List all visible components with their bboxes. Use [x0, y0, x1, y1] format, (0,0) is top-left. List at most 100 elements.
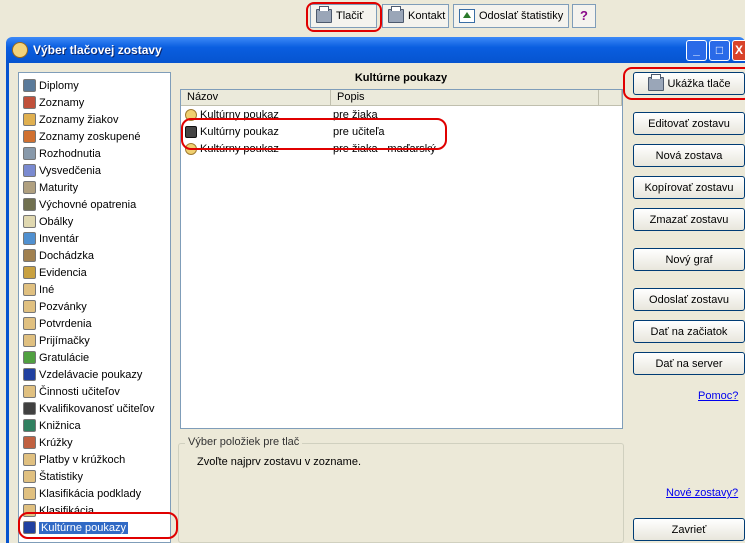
report-list[interactable]: Názov Popis Kultúrny poukaz pre žiaka Ku… [180, 89, 623, 429]
sidebar-item-label: Zoznamy žiakov [39, 113, 119, 126]
report-list-panel: Kultúrne poukazy Názov Popis Kultúrny po… [176, 72, 626, 432]
house-icon [23, 96, 36, 109]
teacher-icon [185, 126, 197, 138]
sidebar-item[interactable]: Zoznamy zoskupené [23, 128, 141, 145]
person-icon [23, 504, 36, 517]
checkmark-icon [23, 521, 36, 534]
sidebar-item-label: Zoznamy zoskupené [39, 130, 141, 143]
document-icon [23, 147, 36, 160]
sidebar-item[interactable]: Dochádzka [23, 247, 94, 264]
printer-icon [388, 6, 404, 23]
students-icon [23, 113, 36, 126]
sidebar-item-label: Zoznamy [39, 96, 85, 109]
window-title: Výber tlačovej zostavy [33, 43, 162, 57]
sidebar-item-label: Platby v krúžkoch [39, 453, 126, 466]
diploma-icon [23, 79, 36, 92]
print-button[interactable]: Tlačiť [310, 4, 377, 28]
delete-report-button[interactable]: Zmazať zostavu [633, 208, 745, 231]
sidebar-item[interactable]: Diplomy [23, 77, 79, 94]
new-graph-button[interactable]: Nový graf [633, 248, 745, 271]
sidebar-item-label: Evidencia [39, 266, 87, 279]
sidebar-item[interactable]: Kultúrne poukazy [23, 519, 128, 536]
sidebar-item[interactable]: Potvrdenia [23, 315, 92, 332]
print-preview-button[interactable]: Ukážka tlače [633, 72, 745, 95]
sidebar-item-label: Gratulácie [39, 351, 90, 364]
sidebar-item[interactable]: Rozhodnutia [23, 145, 101, 162]
sidebar-item[interactable]: Vzdelávacie poukazy [23, 366, 142, 383]
report-row[interactable]: Kultúrny poukaz pre žiaka [185, 107, 378, 123]
report-icon [185, 143, 197, 155]
report-row[interactable]: Kultúrny poukaz pre učiteľa [185, 124, 385, 140]
new-report-button[interactable]: Nová zostava [633, 144, 745, 167]
help-button[interactable]: ? [572, 4, 596, 28]
sidebar-item[interactable]: Výchovné opatrenia [23, 196, 136, 213]
sidebar-item-label: Štatistiky [39, 470, 84, 483]
edit-report-button[interactable]: Editovať zostavu [633, 112, 745, 135]
folder-icon [23, 266, 36, 279]
sidebar-item-label: Iné [39, 283, 55, 296]
column-header-description[interactable]: Popis [331, 90, 599, 106]
help-link[interactable]: Pomoc? [698, 390, 738, 402]
sidebar-item[interactable]: Činnosti učiteľov [23, 383, 120, 400]
gift-icon [23, 351, 36, 364]
sidebar-item-label: Výchovné opatrenia [39, 198, 137, 211]
sidebar-item[interactable]: Maturity [23, 179, 78, 196]
sidebar-item[interactable]: Knižnica [23, 417, 81, 434]
report-icon [185, 109, 197, 121]
sidebar-item[interactable]: Gratulácie [23, 349, 89, 366]
sidebar-item[interactable]: Štatistiky [23, 468, 83, 485]
sidebar-item[interactable]: Zoznamy [23, 94, 84, 111]
report-description: pre žiaka - maďarský [333, 143, 436, 155]
report-row[interactable]: Kultúrny poukaz pre žiaka - maďarský [185, 141, 436, 157]
report-description: pre učiteľa [333, 126, 385, 138]
sidebar-item-label: Krúžky [39, 436, 73, 449]
person-icon [23, 300, 36, 313]
sidebar-item[interactable]: Klasifikácia podklady [23, 485, 141, 502]
copy-report-button[interactable]: Kopírovať zostavu [633, 176, 745, 199]
group-icon [23, 130, 36, 143]
sidebar-item[interactable]: Iné [23, 281, 54, 298]
sidebar-item[interactable]: Vysvedčenia [23, 162, 101, 179]
maximize-button[interactable]: □ [709, 40, 730, 61]
sidebar-item[interactable]: Pozvánky [23, 298, 87, 315]
sidebar-item[interactable]: Inventár [23, 230, 79, 247]
sidebar-item[interactable]: Kvalifikovanosť učiteľov [23, 400, 155, 417]
sidebar-item[interactable]: Obálky [23, 213, 73, 230]
send-report-button[interactable]: Odoslať zostavu [633, 288, 745, 311]
send-statistics-button[interactable]: Odoslať štatistiky [453, 4, 569, 28]
new-reports-link[interactable]: Nové zostavy? [666, 487, 738, 499]
sidebar-item[interactable]: Platby v krúžkoch [23, 451, 125, 468]
sidebar-item[interactable]: Evidencia [23, 264, 87, 281]
contact-button[interactable]: Kontakt [382, 4, 449, 28]
column-header-name[interactable]: Názov [181, 90, 331, 106]
print-selection-group: Výber položiek pre tlač Zvoľte najprv zo… [178, 436, 624, 543]
print-selection-legend: Výber položiek pre tlač [185, 436, 303, 448]
sidebar-item[interactable]: Klasifikácia [23, 502, 94, 519]
sidebar-item-label: Dochádzka [39, 249, 95, 262]
window-title-bar: Výber tlačovej zostavy _ □ X [6, 37, 745, 63]
print-button-label: Tlačiť [336, 10, 364, 22]
hat-icon [23, 198, 36, 211]
move-to-start-button[interactable]: Dať na začiatok [633, 320, 745, 343]
report-description: pre žiaka [333, 109, 378, 121]
person-plus-icon [23, 334, 36, 347]
sidebar-item-label: Kultúrne poukazy [39, 521, 128, 534]
contact-button-label: Kontakt [408, 10, 446, 22]
sidebar-item[interactable]: Krúžky [23, 434, 73, 451]
sidebar-item-label: Knižnica [39, 419, 81, 432]
print-selection-message: Zvoľte najprv zostavu v zozname. [197, 456, 362, 468]
close-window-button[interactable]: X [732, 40, 745, 61]
sidebar-item-label: Inventár [39, 232, 79, 245]
computer-icon [23, 232, 36, 245]
category-list[interactable]: Diplomy Zoznamy Zoznamy žiakov Zoznamy zosk… [18, 72, 171, 543]
sidebar-item-label: Pozvánky [39, 300, 87, 313]
sidebar-item-label: Diplomy [39, 79, 79, 92]
sidebar-item-label: Klasifikácia podklady [39, 487, 142, 500]
upload-to-server-button[interactable]: Dať na server [633, 352, 745, 375]
close-button[interactable]: Zavrieť [633, 518, 745, 541]
minimize-button[interactable]: _ [686, 40, 707, 61]
sidebar-item[interactable]: Zoznamy žiakov [23, 111, 118, 128]
send-statistics-label: Odoslať štatistiky [479, 10, 564, 22]
sidebar-item-label: Vysvedčenia [39, 164, 101, 177]
sidebar-item[interactable]: Prijímačky [23, 332, 90, 349]
